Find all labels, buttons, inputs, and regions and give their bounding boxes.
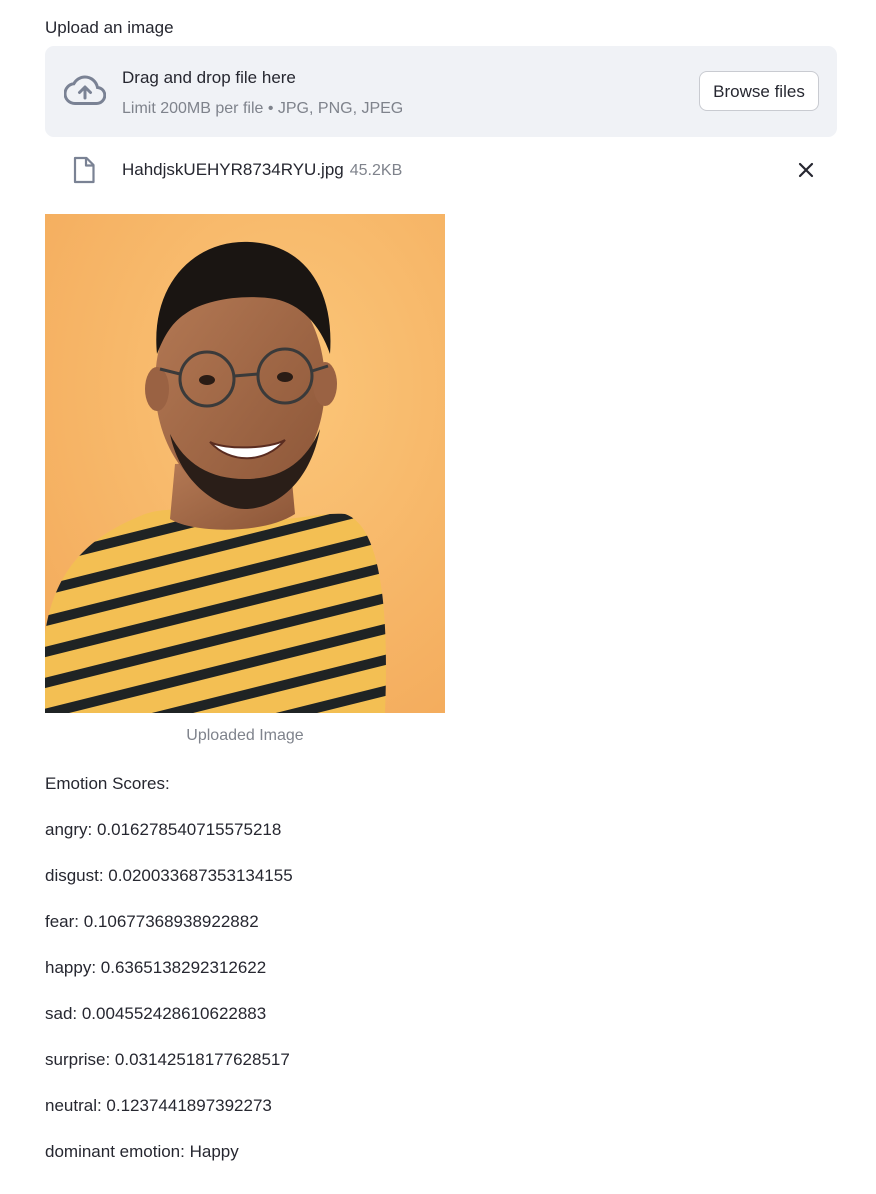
- score-sad: sad: 0.004552428610622883: [45, 1004, 267, 1023]
- cloud-upload-icon: [64, 75, 106, 105]
- score-surprise: surprise: 0.03142518177628517: [45, 1050, 290, 1069]
- file-name-container: HahdjskUEHYR8734RYU.jpg 45.2KB: [122, 159, 402, 182]
- emotion-scores: Emotion Scores: angry: 0.016278540715575…: [45, 773, 293, 1187]
- file-name: HahdjskUEHYR8734RYU.jpg: [122, 160, 344, 179]
- scores-heading: Emotion Scores:: [45, 774, 170, 793]
- uploaded-file-row: HahdjskUEHYR8734RYU.jpg 45.2KB: [45, 150, 837, 190]
- browse-files-button[interactable]: Browse files: [699, 71, 819, 111]
- score-happy: happy: 0.6365138292312622: [45, 958, 267, 977]
- close-icon[interactable]: [795, 159, 817, 181]
- file-dropzone[interactable]: Drag and drop file here Limit 200MB per …: [45, 46, 837, 137]
- file-size: 45.2KB: [349, 162, 403, 179]
- uploaded-image: [45, 214, 445, 713]
- portrait-photo-illustration: [45, 214, 445, 713]
- dropzone-title: Drag and drop file here: [122, 68, 296, 87]
- score-angry: angry: 0.016278540715575218: [45, 820, 282, 839]
- score-disgust: disgust: 0.020033687353134155: [45, 866, 293, 885]
- score-neutral: neutral: 0.1237441897392273: [45, 1096, 272, 1115]
- image-caption: Uploaded Image: [186, 727, 304, 744]
- upload-label: Upload an image: [45, 18, 174, 37]
- score-fear: fear: 0.10677368938922882: [45, 912, 259, 931]
- dominant-emotion: dominant emotion: Happy: [45, 1142, 239, 1161]
- dropzone-limit-text: Limit 200MB per file • JPG, PNG, JPEG: [122, 100, 404, 117]
- file-icon: [73, 156, 95, 184]
